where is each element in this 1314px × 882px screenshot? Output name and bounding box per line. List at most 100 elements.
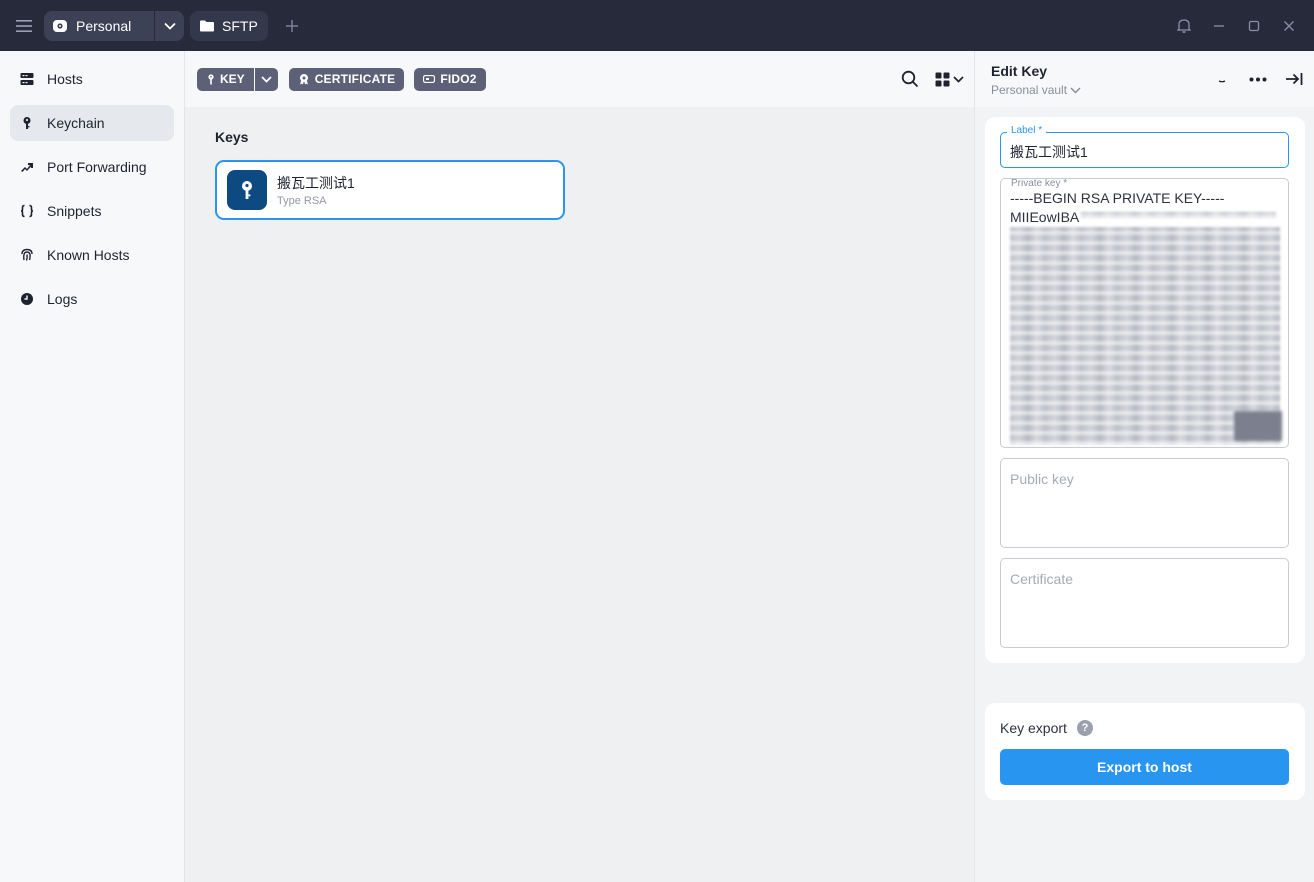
sidebar-item-label: Snippets xyxy=(47,203,102,219)
key-card-text: 搬瓦工测试1 Type RSA xyxy=(277,173,355,207)
sftp-tab-label: SFTP xyxy=(222,17,258,34)
close-panel-button[interactable] xyxy=(1282,67,1306,91)
vault-dropdown-button[interactable] xyxy=(154,10,184,41)
vault-icon xyxy=(53,19,67,32)
keychain-toolbar: KEY CERTIFICATE FIDO2 xyxy=(185,51,974,107)
new-certificate-label: CERTIFICATE xyxy=(314,72,396,86)
hamburger-menu-button[interactable] xyxy=(10,12,38,40)
chevron-down-icon xyxy=(163,22,176,30)
hamburger-icon xyxy=(16,19,32,32)
braces-icon xyxy=(20,204,34,218)
chevron-down-icon xyxy=(261,75,272,83)
key-export-card: Key export ? Export to host xyxy=(985,703,1305,800)
notifications-button[interactable] xyxy=(1166,11,1201,41)
search-icon xyxy=(901,70,919,88)
sidebar-item-label: Keychain xyxy=(47,115,105,131)
key-card-title: 搬瓦工测试1 xyxy=(277,175,355,191)
vault-selector[interactable]: Personal vault xyxy=(991,83,1081,97)
new-certificate-button[interactable]: CERTIFICATE xyxy=(288,67,405,91)
private-key-field[interactable]: Private key * -----BEGIN RSA PRIVATE KEY… xyxy=(1000,178,1289,448)
vault-selector-label: Personal vault xyxy=(991,83,1068,97)
fingerprint-icon xyxy=(20,248,34,262)
sidebar-item-logs[interactable]: Logs xyxy=(10,281,174,317)
new-key-split-button: KEY xyxy=(197,67,278,91)
close-icon xyxy=(1283,20,1294,31)
help-icon[interactable]: ? xyxy=(1076,720,1093,736)
hosts-icon xyxy=(20,72,34,86)
sidebar-item-hosts[interactable]: Hosts xyxy=(10,61,174,97)
title-bar: Personal SFTP xyxy=(0,0,1314,51)
panel-title: Edit Key xyxy=(991,63,1048,79)
sidebar-item-label: Logs xyxy=(47,291,78,307)
key-icon xyxy=(242,181,252,199)
toolbar-actions xyxy=(899,68,964,90)
key-export-label: Key export ? xyxy=(1000,720,1093,736)
sidebar-item-snippets[interactable]: Snippets xyxy=(10,193,174,229)
public-key-field[interactable]: Public key xyxy=(1000,458,1289,548)
sidebar-item-label: Hosts xyxy=(47,71,83,87)
label-field[interactable]: Label * 搬瓦工测试1 xyxy=(1000,125,1289,168)
minimize-button[interactable] xyxy=(1201,11,1236,41)
sidebar-item-known-hosts[interactable]: Known Hosts xyxy=(10,237,174,273)
private-key-field-label: Private key * xyxy=(1007,179,1072,189)
more-horizontal-icon xyxy=(1249,77,1267,81)
keychain-main: KEY CERTIFICATE FIDO2 Keys 搬瓦工测试1 Type R… xyxy=(185,51,974,882)
close-window-button[interactable] xyxy=(1271,11,1306,41)
key-card[interactable]: 搬瓦工测试1 Type RSA xyxy=(215,160,565,220)
maximize-icon xyxy=(1248,20,1259,31)
search-button[interactable] xyxy=(899,68,921,90)
certificate-field[interactable]: Certificate xyxy=(1000,558,1289,648)
bell-icon xyxy=(1176,19,1191,33)
new-fido2-label: FIDO2 xyxy=(440,72,477,86)
certificate-icon xyxy=(299,74,308,85)
security-key-icon xyxy=(423,75,436,83)
keys-section-title: Keys xyxy=(215,129,249,145)
chevron-down-icon xyxy=(953,75,964,83)
edit-key-panel: Edit Key Personal vault Label * 搬瓦工测试1 P… xyxy=(974,51,1314,882)
key-icon xyxy=(208,73,214,84)
sidebar-item-label: Port Forwarding xyxy=(47,159,147,175)
label-field-value[interactable]: 搬瓦工测试1 xyxy=(1010,142,1088,162)
redacted-key-fragment xyxy=(1081,212,1276,218)
new-key-button[interactable]: KEY xyxy=(197,68,254,91)
private-key-text[interactable]: -----BEGIN RSA PRIVATE KEY----- MIIEowIB… xyxy=(1010,189,1280,227)
plus-icon xyxy=(286,19,298,32)
vault-tab-label: Personal xyxy=(76,17,132,34)
port-forwarding-icon xyxy=(20,160,34,174)
certificate-placeholder: Certificate xyxy=(1010,571,1074,587)
edit-key-header: Edit Key Personal vault xyxy=(975,51,1314,107)
collapse-button[interactable] xyxy=(1210,67,1234,91)
folder-icon xyxy=(200,20,214,31)
redacted-key-end xyxy=(1234,411,1282,441)
key-card-subtitle: Type RSA xyxy=(277,195,327,207)
label-field-label: Label * xyxy=(1007,125,1047,136)
new-key-dropdown-button[interactable] xyxy=(253,67,278,91)
export-to-host-button[interactable]: Export to host xyxy=(1000,749,1289,785)
new-tab-button[interactable] xyxy=(280,14,304,38)
maximize-button[interactable] xyxy=(1236,11,1271,41)
public-key-placeholder: Public key xyxy=(1010,471,1074,487)
sidebar-item-keychain[interactable]: Keychain xyxy=(10,105,174,141)
chevron-down-icon xyxy=(1070,86,1081,94)
collapse-right-icon xyxy=(1286,73,1303,85)
panel-actions xyxy=(1210,67,1306,91)
new-fido2-button[interactable]: FIDO2 xyxy=(414,67,486,91)
clock-icon xyxy=(20,292,34,306)
vault-tab[interactable]: Personal xyxy=(44,10,184,41)
sidebar-item-label: Known Hosts xyxy=(47,247,130,263)
minimize-icon xyxy=(1213,24,1224,27)
key-export-text: Key export xyxy=(1000,720,1067,736)
window-controls xyxy=(1166,11,1306,41)
private-key-line-1: -----BEGIN RSA PRIVATE KEY----- xyxy=(1010,190,1225,206)
view-toggle-button[interactable] xyxy=(935,72,964,87)
sidebar: Hosts Keychain Port Forwarding Snippets … xyxy=(0,51,185,882)
key-icon xyxy=(20,116,34,130)
key-avatar xyxy=(227,170,267,210)
sftp-tab[interactable]: SFTP xyxy=(190,10,268,41)
more-options-button[interactable] xyxy=(1246,67,1270,91)
vault-tab-main[interactable]: Personal xyxy=(44,18,154,34)
key-details-card: Label * 搬瓦工测试1 Private key * -----BEGIN … xyxy=(985,117,1305,663)
new-key-label: KEY xyxy=(220,72,245,86)
sidebar-item-port-forwarding[interactable]: Port Forwarding xyxy=(10,149,174,185)
dash-icon xyxy=(1218,80,1226,83)
